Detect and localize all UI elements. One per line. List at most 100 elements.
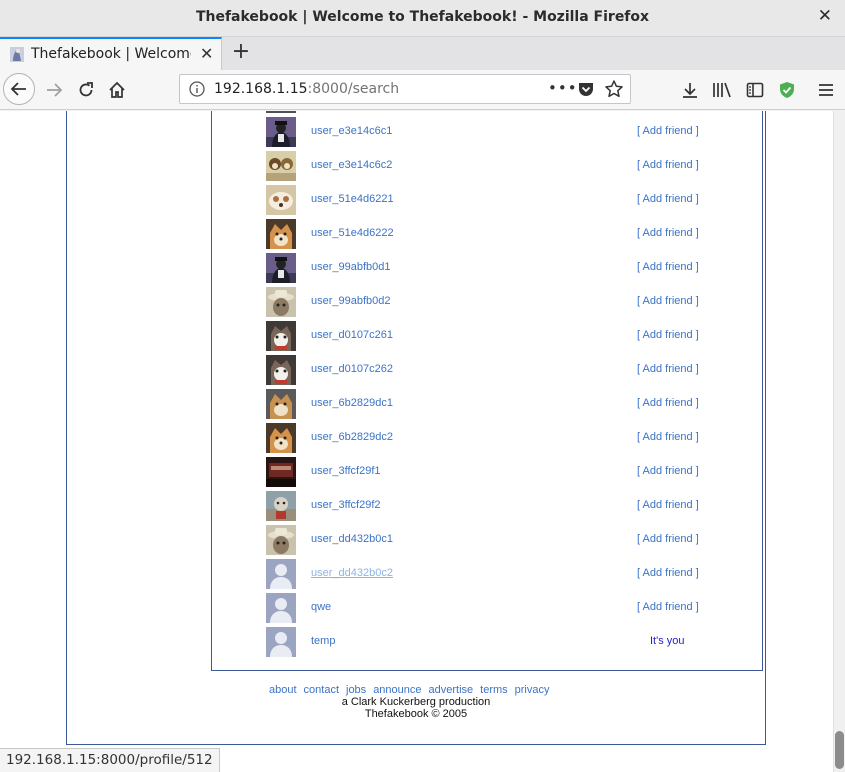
footer-link-terms[interactable]: terms: [480, 684, 508, 696]
footer-link-contact[interactable]: contact: [304, 684, 339, 696]
profile-link[interactable]: user_6b2829dc2: [311, 431, 393, 443]
add-friend-link[interactable]: [ Add friend ]: [637, 159, 699, 171]
tab-title: Thefakebook | Welcome to Thefakebook!: [31, 46, 191, 62]
search-result-row: user_6b2829dc1 [ Add friend ]: [266, 389, 706, 419]
profile-thumbnail[interactable]: [266, 117, 296, 147]
profile-link[interactable]: user_6b2829dc1: [311, 397, 393, 409]
footer-copyright: Thefakebook © 2005: [364, 708, 468, 720]
profile-thumbnail[interactable]: [266, 219, 296, 249]
search-result-row: user_dd432b0c1 [ Add friend ]: [266, 525, 706, 555]
footer-links: about contact jobs announce advertise terms pr…: [269, 684, 557, 696]
add-friend-link[interactable]: [ Add friend ]: [637, 499, 699, 511]
profile-link[interactable]: user_e3e14c6c2: [311, 159, 392, 171]
profile-link[interactable]: user_99abfb0d1: [311, 261, 391, 273]
scrollbar-thumb[interactable]: [835, 731, 844, 769]
profile-thumbnail[interactable]: [266, 593, 296, 623]
profile-thumbnail[interactable]: [266, 287, 296, 317]
page-favicon-icon: [10, 47, 24, 62]
tracking-protection-button[interactable]: [776, 79, 798, 101]
add-friend-link[interactable]: [ Add friend ]: [637, 295, 699, 307]
back-arrow-icon: [10, 82, 26, 96]
add-friend-link[interactable]: [ Add friend ]: [637, 397, 699, 409]
site-info-icon[interactable]: [189, 81, 205, 97]
window-title: Thefakebook | Welcome to Thefakebook! - …: [195, 9, 650, 25]
profile-thumbnail[interactable]: [266, 389, 296, 419]
its-you-label: It's you: [650, 635, 685, 647]
sidebar-button[interactable]: [744, 79, 766, 101]
search-result-row: user_dd432b0c2 [ Add friend ]: [266, 559, 706, 589]
search-result-row: user_51e4d6222 [ Add friend ]: [266, 219, 706, 249]
add-friend-link[interactable]: [ Add friend ]: [637, 261, 699, 273]
profile-thumbnail[interactable]: [266, 491, 296, 521]
reload-button[interactable]: [75, 79, 97, 101]
add-friend-link[interactable]: [ Add friend ]: [637, 431, 699, 443]
url-text[interactable]: 192.168.1.15:8000/search: [214, 81, 399, 97]
footer-link-jobs[interactable]: jobs: [346, 684, 366, 696]
tab-close-icon[interactable]: ✕: [200, 44, 213, 63]
home-button[interactable]: [106, 79, 128, 101]
profile-link[interactable]: qwe: [311, 601, 331, 613]
back-button[interactable]: [3, 73, 35, 105]
search-result-row: user_3ffcf29f1 [ Add friend ]: [266, 457, 706, 487]
profile-thumbnail[interactable]: [266, 321, 296, 351]
profile-thumbnail[interactable]: [266, 355, 296, 385]
profile-link[interactable]: user_e3e14c6c1: [311, 125, 392, 137]
profile-link[interactable]: user_3ffcf29f2: [311, 499, 381, 511]
address-bar[interactable]: 192.168.1.15:8000/search •••: [179, 74, 631, 104]
profile-link[interactable]: user_51e4d6222: [311, 227, 394, 239]
page-actions-button[interactable]: •••: [548, 79, 578, 97]
profile-link[interactable]: user_d0107c262: [311, 363, 393, 375]
page-scrollbar[interactable]: [833, 111, 845, 772]
tab-active[interactable]: Thefakebook | Welcome to Thefakebook! ✕: [0, 37, 222, 70]
profile-thumbnail[interactable]: [266, 151, 296, 181]
footer-link-announce[interactable]: announce: [373, 684, 421, 696]
footer-link-about[interactable]: about: [269, 684, 297, 696]
profile-thumbnail[interactable]: [266, 185, 296, 215]
add-friend-link[interactable]: [ Add friend ]: [637, 533, 699, 545]
add-friend-link[interactable]: [ Add friend ]: [637, 567, 699, 579]
profile-thumbnail[interactable]: [266, 457, 296, 487]
shield-icon: [780, 82, 794, 98]
window-close-icon[interactable]: ✕: [818, 6, 832, 26]
footer-link-advertise[interactable]: advertise: [429, 684, 474, 696]
tab-strip: Thefakebook | Welcome to Thefakebook! ✕ …: [0, 37, 845, 70]
profile-link[interactable]: user_dd432b0c1: [311, 533, 393, 545]
add-friend-link[interactable]: [ Add friend ]: [637, 227, 699, 239]
library-icon: [713, 82, 731, 98]
profile-link[interactable]: user_d0107c261: [311, 329, 393, 341]
profile-link[interactable]: user_51e4d6221: [311, 193, 394, 205]
reload-icon: [79, 82, 93, 97]
profile-link[interactable]: user_99abfb0d2: [311, 295, 391, 307]
pocket-icon[interactable]: [578, 81, 594, 97]
library-button[interactable]: [711, 79, 733, 101]
home-icon: [109, 81, 125, 98]
footer-link-privacy[interactable]: privacy: [515, 684, 550, 696]
profile-thumbnail[interactable]: [266, 253, 296, 283]
profile-thumbnail[interactable]: [266, 627, 296, 657]
add-friend-link[interactable]: [ Add friend ]: [637, 193, 699, 205]
forward-button[interactable]: [43, 79, 65, 101]
hamburger-menu-icon: [819, 84, 833, 96]
menu-button[interactable]: [815, 79, 837, 101]
profile-thumbnail[interactable]: [266, 559, 296, 589]
add-friend-link[interactable]: [ Add friend ]: [637, 125, 699, 137]
add-friend-link[interactable]: [ Add friend ]: [637, 601, 699, 613]
bookmark-star-icon[interactable]: [604, 79, 624, 99]
profile-thumbnail: [266, 111, 296, 113]
search-result-row: user_d0107c262 [ Add friend ]: [266, 355, 706, 385]
search-result-row: user_51e4d6221 [ Add friend ]: [266, 185, 706, 215]
profile-thumbnail[interactable]: [266, 423, 296, 453]
search-result-row: user_d0107c261 [ Add friend ]: [266, 321, 706, 351]
forward-arrow-icon: [47, 83, 63, 97]
add-friend-link[interactable]: [ Add friend ]: [637, 363, 699, 375]
profile-link[interactable]: user_dd432b0c2: [311, 567, 393, 579]
search-result-row: user_99abfb0d1 [ Add friend ]: [266, 253, 706, 283]
new-tab-button[interactable]: +: [229, 40, 253, 64]
profile-link[interactable]: temp: [311, 635, 335, 647]
add-friend-link[interactable]: [ Add friend ]: [637, 329, 699, 341]
profile-thumbnail[interactable]: [266, 525, 296, 555]
sidebar-icon: [746, 82, 764, 98]
profile-link[interactable]: user_3ffcf29f1: [311, 465, 381, 477]
downloads-button[interactable]: [679, 79, 701, 101]
add-friend-link[interactable]: [ Add friend ]: [637, 465, 699, 477]
